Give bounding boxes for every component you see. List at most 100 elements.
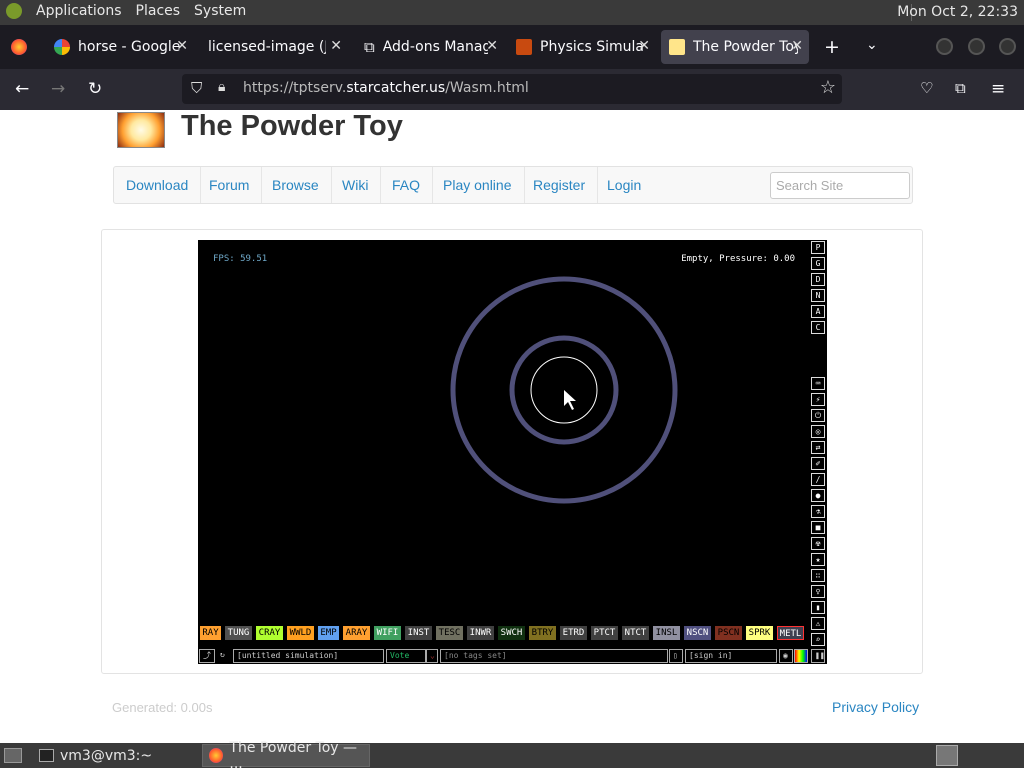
nav-login[interactable]: Login	[595, 167, 653, 203]
site-logo[interactable]	[117, 112, 165, 148]
forward-icon[interactable]: →	[51, 79, 65, 99]
sign-in-button[interactable]: [sign in]	[685, 649, 777, 663]
category-radioactive-icon[interactable]: ☢	[811, 537, 825, 550]
tags-field[interactable]: [no tags set]	[440, 649, 668, 663]
shield-icon[interactable]: ⛉	[191, 79, 202, 97]
element-ray[interactable]: RAY	[200, 626, 221, 640]
category-liquids-icon[interactable]: ●	[811, 489, 825, 502]
window-maximize-icon[interactable]	[968, 38, 985, 55]
close-icon[interactable]: ✕	[330, 38, 342, 54]
category-force-icon[interactable]: ⇄	[811, 441, 825, 454]
element-sprk[interactable]: SPRK	[746, 626, 773, 640]
tool-menu-n[interactable]: N	[811, 289, 825, 302]
tab-licensed-image[interactable]: licensed-image (JPE ✕	[200, 30, 348, 64]
window-close-icon[interactable]	[999, 38, 1016, 55]
close-icon[interactable]: ✕	[486, 38, 498, 54]
element-inst[interactable]: INST	[405, 626, 432, 640]
category-life-icon[interactable]: ∷	[811, 569, 825, 582]
url-text[interactable]: https://tptserv.starcatcher.us/Wasm.html	[243, 80, 529, 96]
vote-down-button[interactable]: ⌄	[426, 649, 438, 663]
element-ptct[interactable]: PTCT	[591, 626, 618, 640]
element-wifi[interactable]: WIFI	[374, 626, 401, 640]
reload-sim-icon[interactable]: ↻	[217, 649, 231, 663]
category-special-icon[interactable]: ★	[811, 553, 825, 566]
workspace-switcher-icon[interactable]	[936, 745, 958, 766]
tool-menu-p[interactable]: P	[811, 241, 825, 254]
element-etrd[interactable]: ETRD	[560, 626, 587, 640]
element-nscn[interactable]: NSCN	[684, 626, 711, 640]
nav-forum[interactable]: Forum	[197, 167, 263, 203]
menu-system[interactable]: System	[194, 3, 246, 19]
element-ntct[interactable]: NTCT	[622, 626, 649, 640]
category-explosives-icon[interactable]: ✐	[811, 457, 825, 470]
category-powders-icon[interactable]: ⚗	[811, 505, 825, 518]
menu-places[interactable]: Places	[136, 3, 181, 19]
element-pscn[interactable]: PSCN	[715, 626, 742, 640]
tab-horse[interactable]: horse - Google S ✕	[46, 30, 194, 64]
open-save-icon[interactable]: ⤴	[199, 649, 215, 663]
save-simulation-button[interactable]: [untitled simulation]	[233, 649, 384, 663]
element-aray[interactable]: ARAY	[343, 626, 370, 640]
tab-addons[interactable]: ⧉ Add-ons Manage ✕	[356, 30, 504, 64]
category-tools-icon[interactable]: ⌨	[811, 377, 825, 390]
category-sensors-icon[interactable]: ◎	[811, 425, 825, 438]
tab-powder-toy[interactable]: The Powder Toy ✕	[661, 30, 809, 64]
window-minimize-icon[interactable]	[936, 38, 953, 55]
show-desktop-icon[interactable]	[4, 748, 22, 763]
lock-icon[interactable]: 🔒︎	[218, 79, 225, 95]
pocket-icon[interactable]: ♡	[920, 79, 933, 97]
url-bar[interactable]: ⛉ 🔒︎ https://tptserv.starcatcher.us/Wasm…	[182, 74, 842, 104]
tool-menu-d[interactable]: D	[811, 273, 825, 286]
close-icon[interactable]: ✕	[791, 38, 803, 54]
nav-browse[interactable]: Browse	[260, 167, 332, 203]
tool-menu-g[interactable]: G	[811, 257, 825, 270]
gnome-logo-icon[interactable]	[6, 3, 22, 19]
nav-play-online[interactable]: Play online	[431, 167, 525, 203]
bookmark-star-icon[interactable]: ☆	[820, 77, 836, 98]
tool-menu-c[interactable]: C	[811, 321, 825, 334]
close-icon[interactable]: ✕	[638, 38, 650, 54]
close-icon[interactable]: ✕	[176, 38, 188, 54]
category-gases-icon[interactable]: ∕	[811, 473, 825, 486]
menu-applications[interactable]: Applications	[36, 3, 122, 19]
privacy-policy-link[interactable]: Privacy Policy	[832, 699, 919, 715]
nav-download[interactable]: Download	[114, 167, 202, 203]
site-title[interactable]: The Powder Toy	[181, 110, 403, 143]
simulation-canvas[interactable]: FPS: 59.51 Empty, Pressure: 0.00 ⤴ ↻ [un…	[198, 240, 827, 664]
nav-register[interactable]: Register	[521, 167, 599, 203]
element-btry[interactable]: BTRY	[529, 626, 556, 640]
extensions-icon[interactable]: ⧉	[955, 79, 966, 97]
firefox-menu-icon[interactable]	[11, 39, 27, 55]
tab-physics[interactable]: Physics Simulati ✕	[508, 30, 656, 64]
element-metl[interactable]: METL	[777, 626, 804, 640]
category-search-icon[interactable]: ⌕	[811, 633, 825, 646]
category-favorites-icon[interactable]: ▮	[811, 601, 825, 614]
element-emp[interactable]: EMP	[318, 626, 339, 640]
element-swch[interactable]: SWCH	[498, 626, 525, 640]
task-terminal[interactable]: vm3@vm3:~	[33, 744, 198, 767]
task-firefox[interactable]: The Powder Toy — ...	[202, 740, 370, 772]
element-insl[interactable]: INSL	[653, 626, 680, 640]
tool-menu-a[interactable]: A	[811, 305, 825, 318]
tab-list-icon[interactable]: ⌄	[866, 37, 878, 53]
category-electronics-icon[interactable]: ⚡	[811, 393, 825, 406]
nav-wiki[interactable]: Wiki	[330, 167, 382, 203]
clock[interactable]: Mon Oct 2, 22:33	[897, 4, 1018, 20]
category-solids-icon[interactable]: ■	[811, 521, 825, 534]
element-wwld[interactable]: WWLD	[287, 626, 314, 640]
render-options-icon[interactable]	[794, 649, 808, 663]
element-tung[interactable]: TUNG	[225, 626, 252, 640]
back-icon[interactable]: ←	[15, 79, 29, 99]
new-tab-icon[interactable]: +	[824, 36, 840, 58]
clear-sim-icon[interactable]: ▯	[669, 649, 683, 663]
element-inwr[interactable]: INWR	[467, 626, 494, 640]
site-search-input[interactable]: Search Site	[770, 172, 910, 199]
nav-faq[interactable]: FAQ	[380, 167, 434, 203]
reload-icon[interactable]: ↻	[88, 79, 102, 99]
vote-up-button[interactable]: Vote	[386, 649, 426, 663]
element-tesc[interactable]: TESC	[436, 626, 463, 640]
hamburger-menu-icon[interactable]: ≡	[991, 79, 1005, 99]
category-powered-icon[interactable]: ⏻	[811, 409, 825, 422]
element-cray[interactable]: CRAY	[256, 626, 283, 640]
category-misc-icon[interactable]: ⚠	[811, 617, 825, 630]
